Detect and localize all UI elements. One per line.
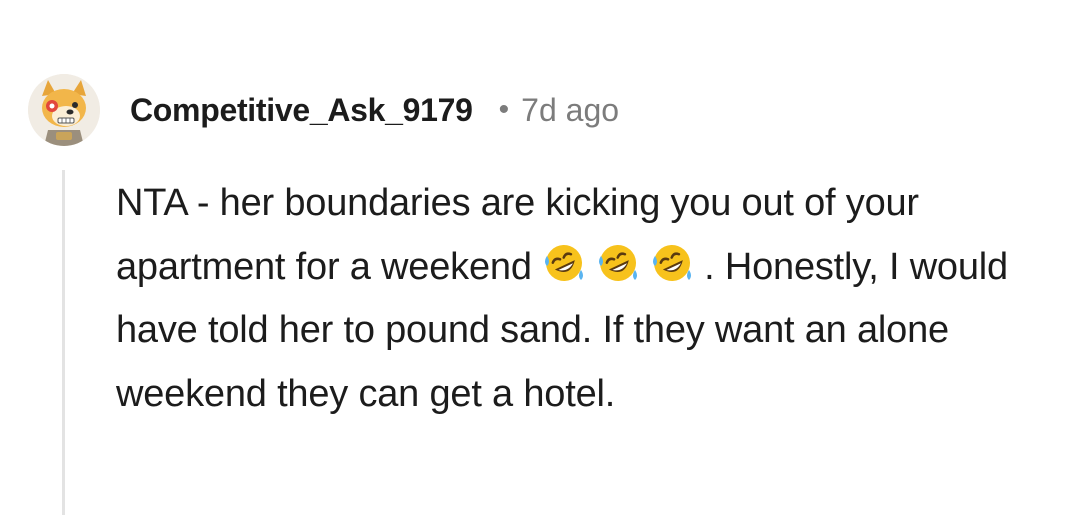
comment-age: 7d ago — [521, 91, 620, 128]
comment-body: NTA - her boundaries are kicking you out… — [116, 172, 1056, 426]
rolling-on-floor-laughing-icon — [650, 241, 694, 285]
rolling-on-floor-laughing-icon — [542, 241, 586, 285]
avatar[interactable] — [28, 74, 100, 146]
comment-text: NTA - her boundaries are kicking you out… — [116, 172, 1056, 426]
dog-avatar-icon — [28, 74, 100, 146]
comment-header: Competitive_Ask_9179 • 7d ago — [28, 70, 619, 150]
author-username[interactable]: Competitive_Ask_9179 — [130, 92, 473, 129]
meta-separator: • — [498, 93, 510, 126]
comment: Competitive_Ask_9179 • 7d ago NTA - her … — [0, 0, 1080, 515]
rolling-on-floor-laughing-icon — [596, 241, 640, 285]
thread-line[interactable] — [62, 170, 65, 515]
